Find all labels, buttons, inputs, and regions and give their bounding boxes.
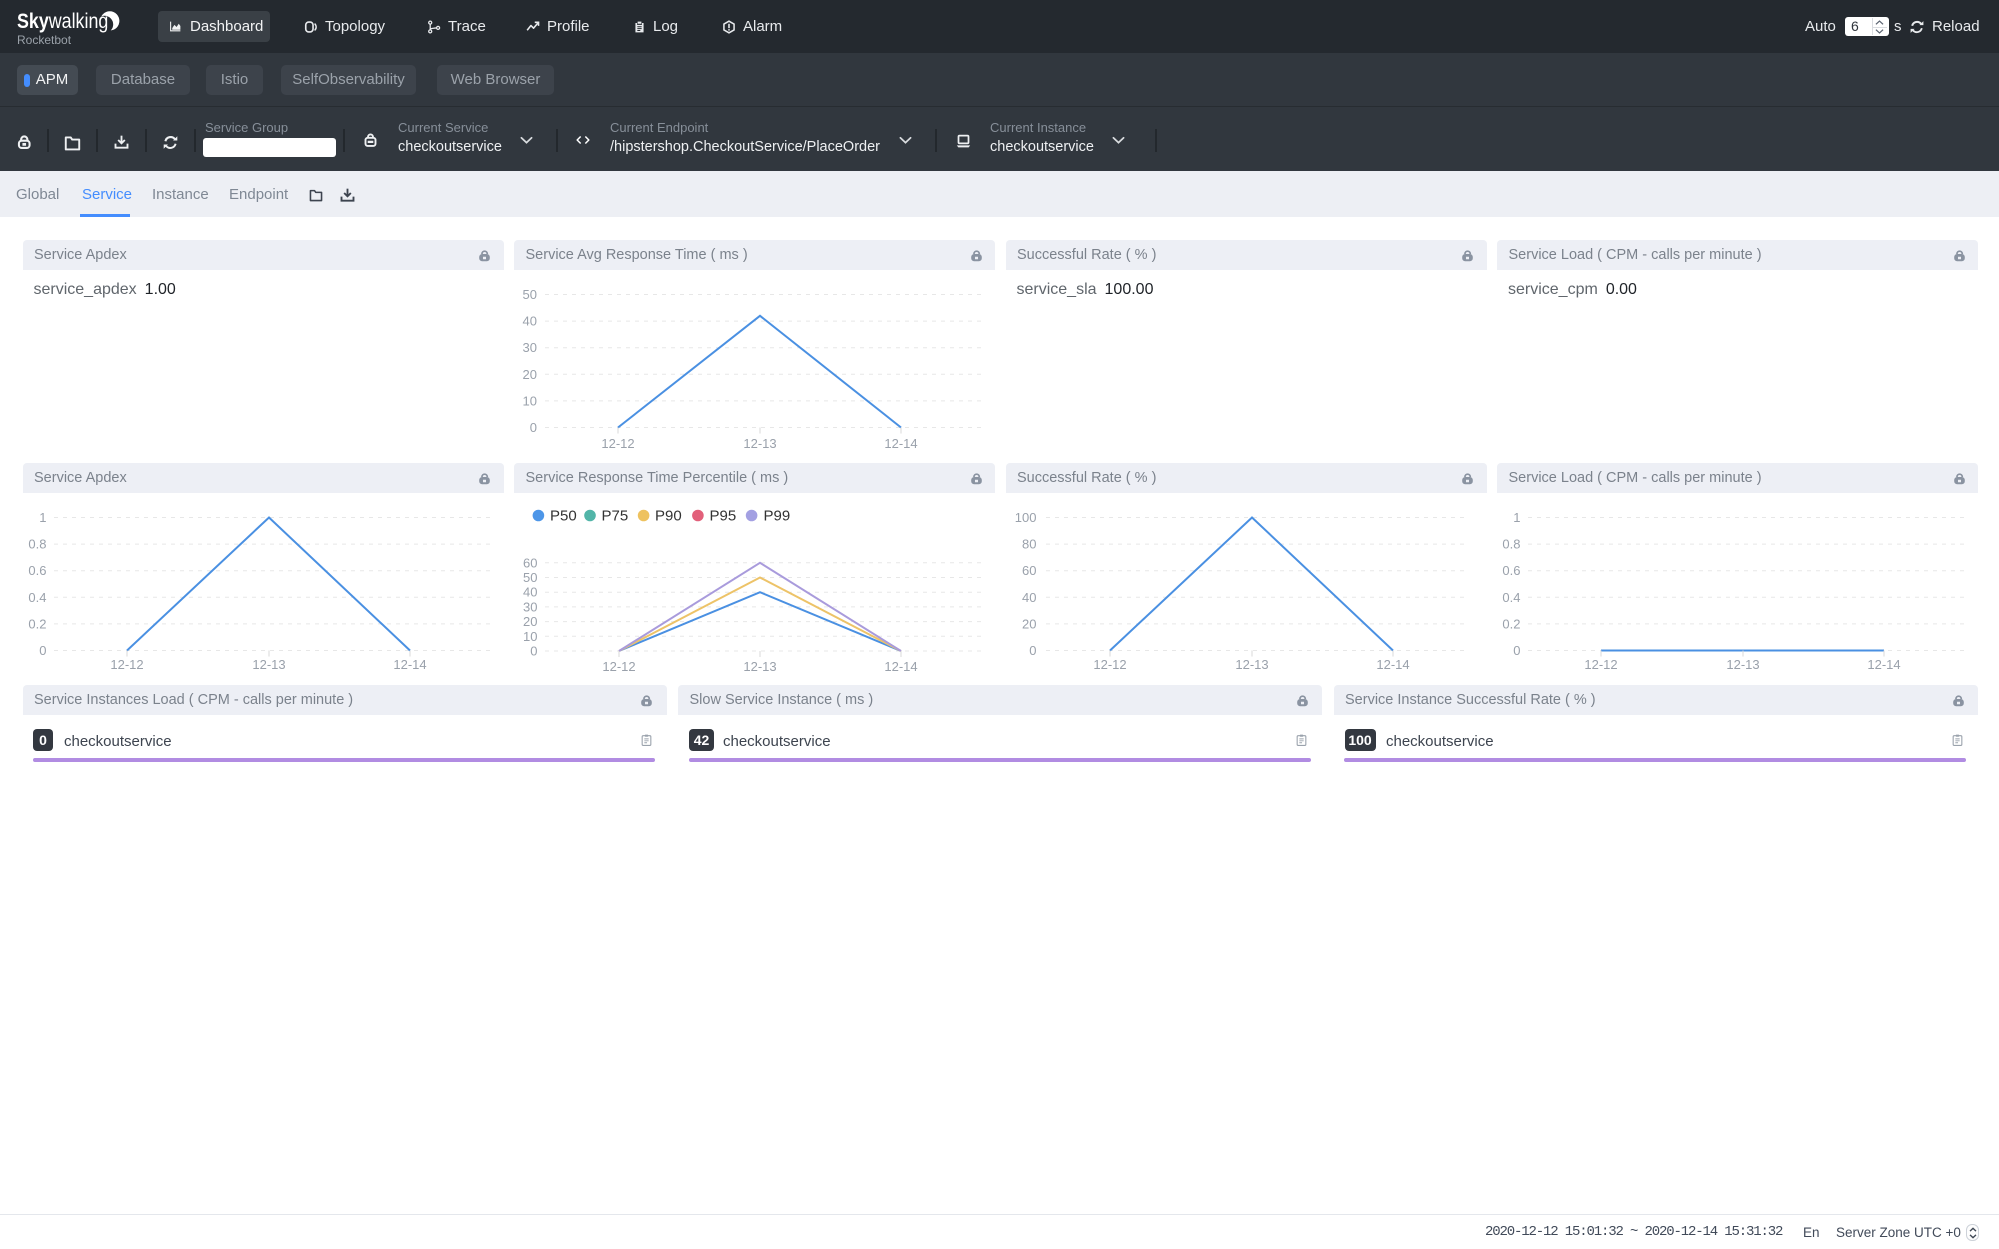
svg-text:12-14: 12-14 (884, 436, 917, 451)
svg-text:20: 20 (523, 367, 537, 382)
svg-text:20: 20 (1022, 616, 1036, 631)
svg-text:40: 40 (523, 314, 537, 329)
svg-text:12-13: 12-13 (1235, 657, 1268, 672)
svg-text:12-12: 12-12 (1093, 657, 1126, 672)
svg-text:60: 60 (523, 555, 537, 570)
svg-text:0: 0 (39, 643, 46, 658)
svg-text:100: 100 (1014, 510, 1036, 525)
svg-text:P75: P75 (602, 508, 629, 525)
svg-text:12-14: 12-14 (884, 659, 917, 674)
svg-text:10: 10 (523, 393, 537, 408)
svg-text:10: 10 (523, 629, 537, 644)
svg-text:12-12: 12-12 (110, 657, 143, 672)
svg-text:0.4: 0.4 (1502, 590, 1520, 605)
svg-text:60: 60 (1022, 563, 1036, 578)
svg-text:30: 30 (523, 340, 537, 355)
svg-text:0.6: 0.6 (28, 563, 46, 578)
svg-text:40: 40 (1022, 590, 1036, 605)
svg-text:12-14: 12-14 (1376, 657, 1409, 672)
svg-text:0: 0 (530, 644, 537, 659)
svg-text:12-14: 12-14 (1867, 657, 1900, 672)
svg-text:0: 0 (530, 420, 537, 435)
svg-text:0.6: 0.6 (1502, 563, 1520, 578)
svg-text:12-12: 12-12 (601, 436, 634, 451)
svg-text:0.4: 0.4 (28, 590, 46, 605)
svg-text:0: 0 (1513, 643, 1520, 658)
svg-text:P95: P95 (710, 508, 737, 525)
svg-text:12-12: 12-12 (1584, 657, 1617, 672)
svg-text:0.2: 0.2 (28, 616, 46, 631)
svg-text:50: 50 (523, 287, 537, 302)
svg-text:12-13: 12-13 (743, 436, 776, 451)
svg-text:12-12: 12-12 (602, 659, 635, 674)
svg-text:P50: P50 (550, 508, 577, 525)
svg-text:0.8: 0.8 (1502, 537, 1520, 552)
svg-text:P90: P90 (655, 508, 682, 525)
svg-text:12-13: 12-13 (743, 659, 776, 674)
svg-text:40: 40 (523, 585, 537, 600)
svg-text:12-13: 12-13 (1726, 657, 1759, 672)
svg-text:P99: P99 (764, 508, 791, 525)
svg-text:0: 0 (1029, 643, 1036, 658)
svg-text:12-14: 12-14 (393, 657, 426, 672)
svg-text:1: 1 (39, 510, 46, 525)
svg-text:0.8: 0.8 (28, 537, 46, 552)
svg-text:80: 80 (1022, 537, 1036, 552)
svg-text:0.2: 0.2 (1502, 616, 1520, 631)
svg-text:1: 1 (1513, 510, 1520, 525)
svg-text:30: 30 (523, 599, 537, 614)
svg-text:20: 20 (523, 614, 537, 629)
svg-text:12-13: 12-13 (252, 657, 285, 672)
svg-text:50: 50 (523, 570, 537, 585)
